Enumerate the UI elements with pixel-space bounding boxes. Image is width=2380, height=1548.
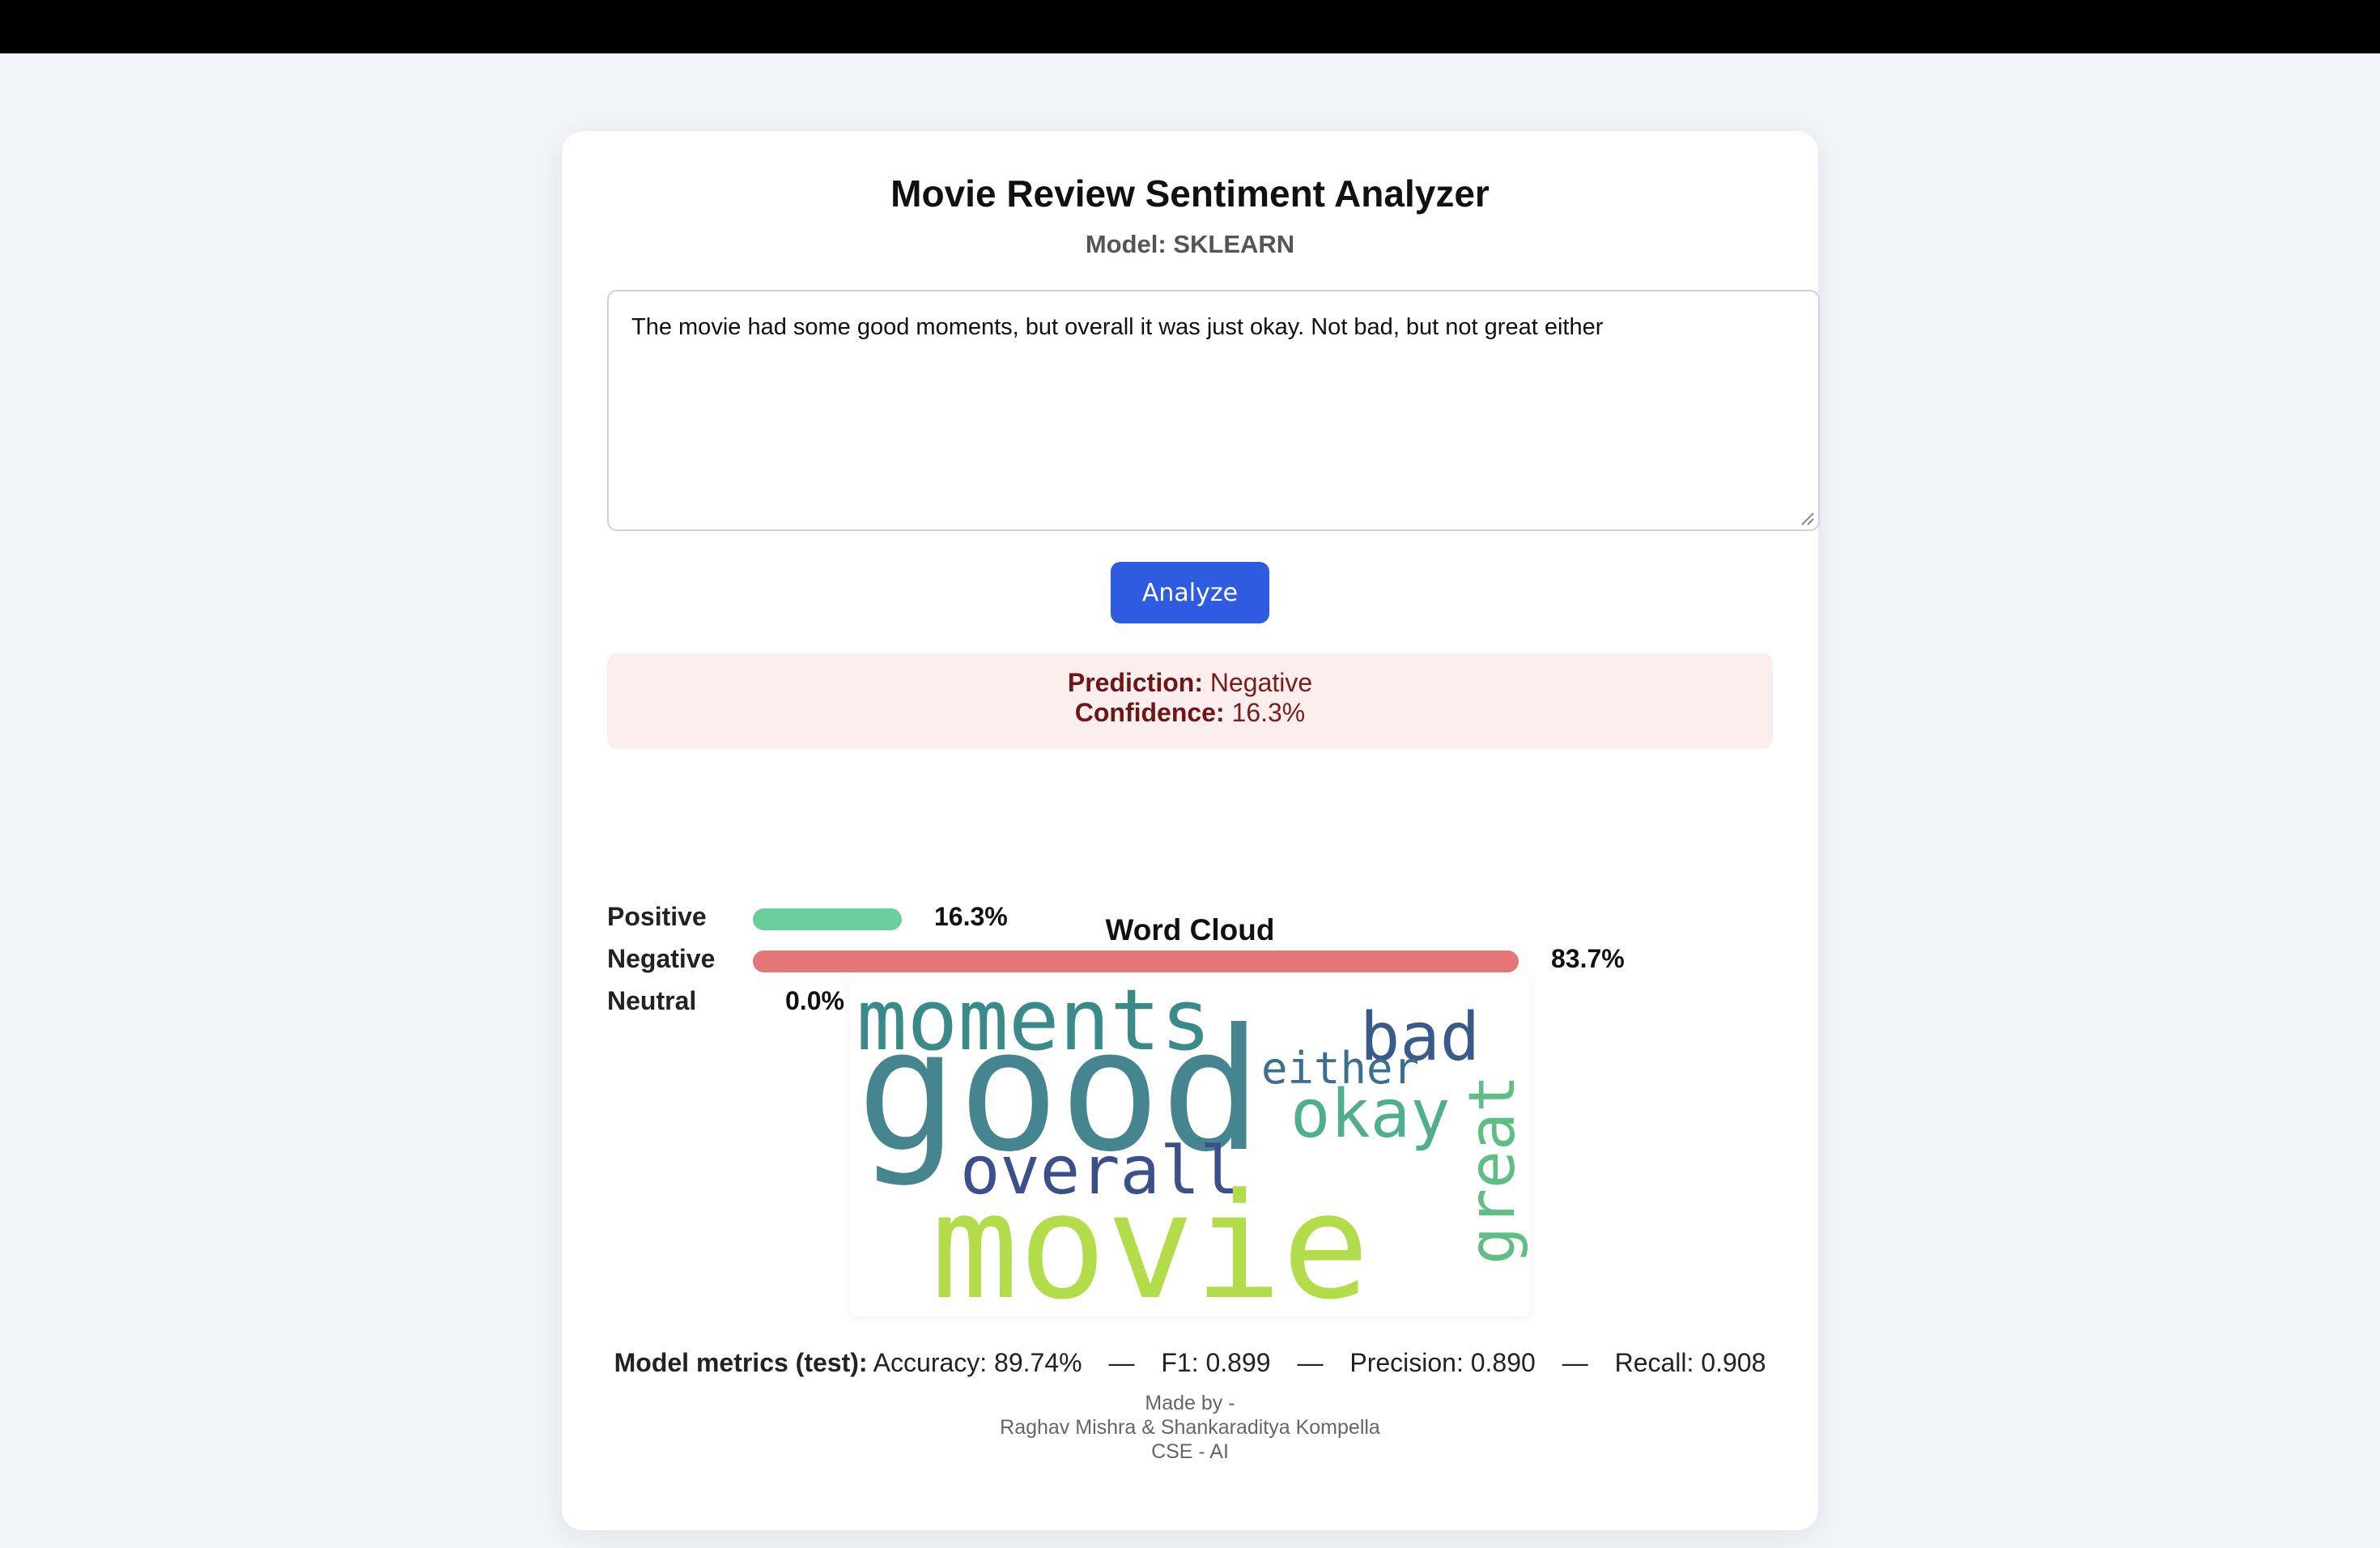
wordcloud-title: Word Cloud: [1105, 913, 1275, 946]
confidence-line: Confidence: 16.3%: [607, 698, 1773, 728]
footer-credits: Made by - Raghav Mishra & Shankaraditya …: [562, 1391, 1818, 1464]
metric-precision: Precision: 0.890: [1349, 1348, 1536, 1377]
browser-top-bar: [0, 0, 2380, 53]
footer-department: CSE - AI: [1151, 1440, 1229, 1463]
wordcloud-word: great: [1456, 1074, 1529, 1265]
score-bar-negative: [753, 950, 1519, 972]
prediction-label: Prediction:: [1067, 668, 1203, 697]
metric-separator: —: [1297, 1348, 1324, 1377]
metric-f1: F1: 0.899: [1161, 1348, 1271, 1377]
wordcloud-word: movie: [931, 1163, 1370, 1316]
confidence-value: 16.3%: [1231, 698, 1306, 727]
confidence-label: Confidence:: [1074, 698, 1225, 727]
review-textarea[interactable]: The movie had some good moments, but ove…: [607, 290, 1820, 531]
score-value: 83.7%: [1551, 944, 1625, 973]
prediction-result-box: Prediction: Negative Confidence: 16.3%: [607, 653, 1773, 749]
page-title: Movie Review Sentiment Analyzer: [890, 172, 1490, 215]
wordcloud-image: moments good bad either okay overall mov…: [850, 975, 1530, 1316]
model-metrics: Model metrics (test): Accuracy: 89.74% —…: [562, 1348, 1818, 1378]
score-value: 0.0%: [785, 986, 844, 1015]
wordcloud-word: okay: [1290, 1076, 1450, 1153]
metric-accuracy: Accuracy: 89.74%: [873, 1348, 1082, 1377]
metric-separator: —: [1108, 1348, 1135, 1377]
metrics-label: Model metrics (test):: [614, 1348, 868, 1377]
prediction-line: Prediction: Negative: [607, 668, 1773, 698]
prediction-value: Negative: [1209, 668, 1313, 697]
analyzer-card: Movie Review Sentiment Analyzer Model: S…: [562, 131, 1820, 1530]
metric-recall: Recall: 0.908: [1614, 1348, 1766, 1377]
metric-separator: —: [1562, 1348, 1588, 1377]
score-label: Neutral: [607, 986, 697, 1015]
score-label: Negative: [607, 944, 716, 973]
resize-grip-icon[interactable]: [1799, 510, 1815, 526]
model-label: Model: SKLEARN: [1085, 230, 1295, 258]
footer-authors: Raghav Mishra & Shankaraditya Kompella: [1000, 1416, 1380, 1439]
footer-made-by: Made by -: [1145, 1392, 1235, 1414]
analyze-button[interactable]: Analyze: [1111, 562, 1269, 623]
score-row-negative: Negative 83.7%: [607, 942, 1773, 975]
